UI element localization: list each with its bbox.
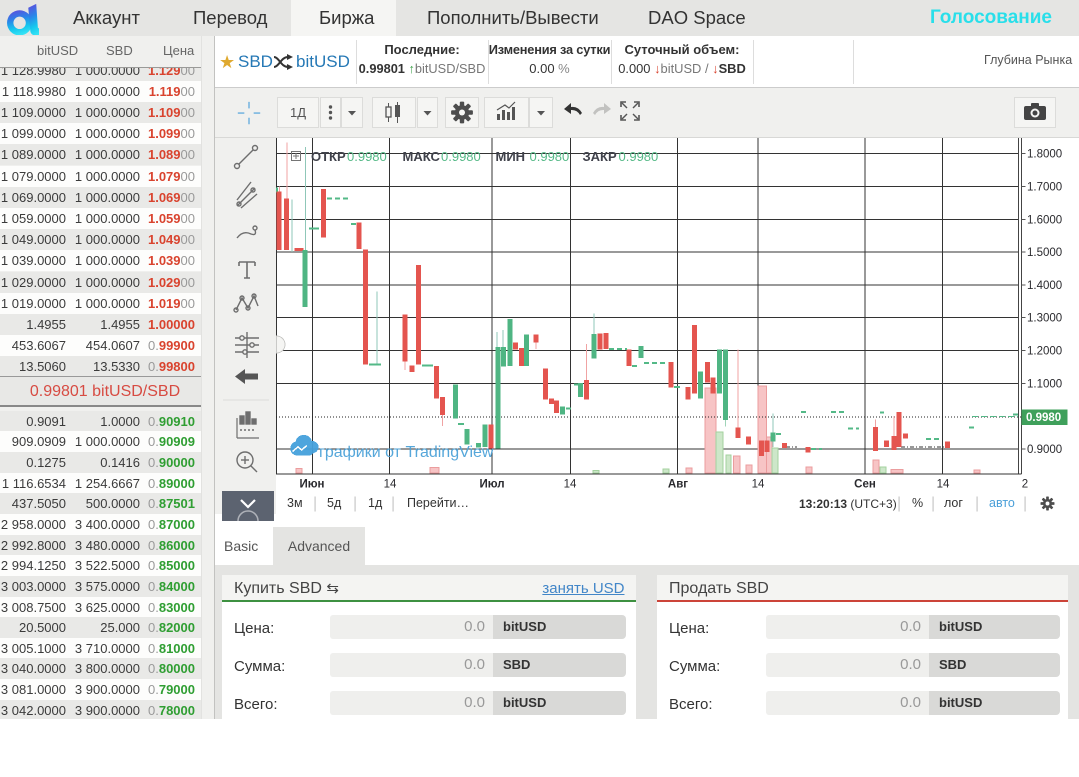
svg-text:ОТКР: ОТКР	[311, 149, 346, 164]
svg-text:0.9000: 0.9000	[1027, 444, 1062, 456]
svg-text:14: 14	[564, 479, 577, 491]
svg-text:графики от TradingView: графики от TradingView	[319, 444, 494, 461]
svg-text:1.7000: 1.7000	[1027, 182, 1062, 194]
svg-text:14: 14	[937, 479, 950, 491]
svg-text:МАКС: МАКС	[403, 149, 441, 164]
svg-text:ЗАКР: ЗАКР	[583, 149, 617, 164]
svg-text:0.9980: 0.9980	[530, 149, 570, 164]
svg-text:1.6000: 1.6000	[1027, 214, 1062, 226]
svg-text:1.8000: 1.8000	[1027, 149, 1062, 161]
svg-text:0.9980: 0.9980	[441, 149, 481, 164]
svg-text:1.1000: 1.1000	[1027, 378, 1062, 390]
svg-text:0.9980: 0.9980	[347, 149, 387, 164]
svg-text:Сен: Сен	[854, 479, 876, 491]
svg-text:1.4000: 1.4000	[1027, 280, 1062, 292]
svg-text:14: 14	[752, 479, 765, 491]
svg-text:1.3000: 1.3000	[1027, 313, 1062, 325]
svg-text:МИН: МИН	[496, 149, 526, 164]
svg-text:0.9980: 0.9980	[1026, 412, 1061, 424]
svg-text:1.2000: 1.2000	[1027, 346, 1062, 358]
svg-text:14: 14	[384, 479, 397, 491]
svg-text:Авг: Авг	[668, 479, 688, 491]
svg-text:2: 2	[1022, 479, 1028, 491]
svg-text:Июн: Июн	[299, 479, 324, 491]
svg-text:0.9980: 0.9980	[619, 149, 659, 164]
svg-text:1.5000: 1.5000	[1027, 247, 1062, 259]
svg-text:Июл: Июл	[479, 479, 504, 491]
